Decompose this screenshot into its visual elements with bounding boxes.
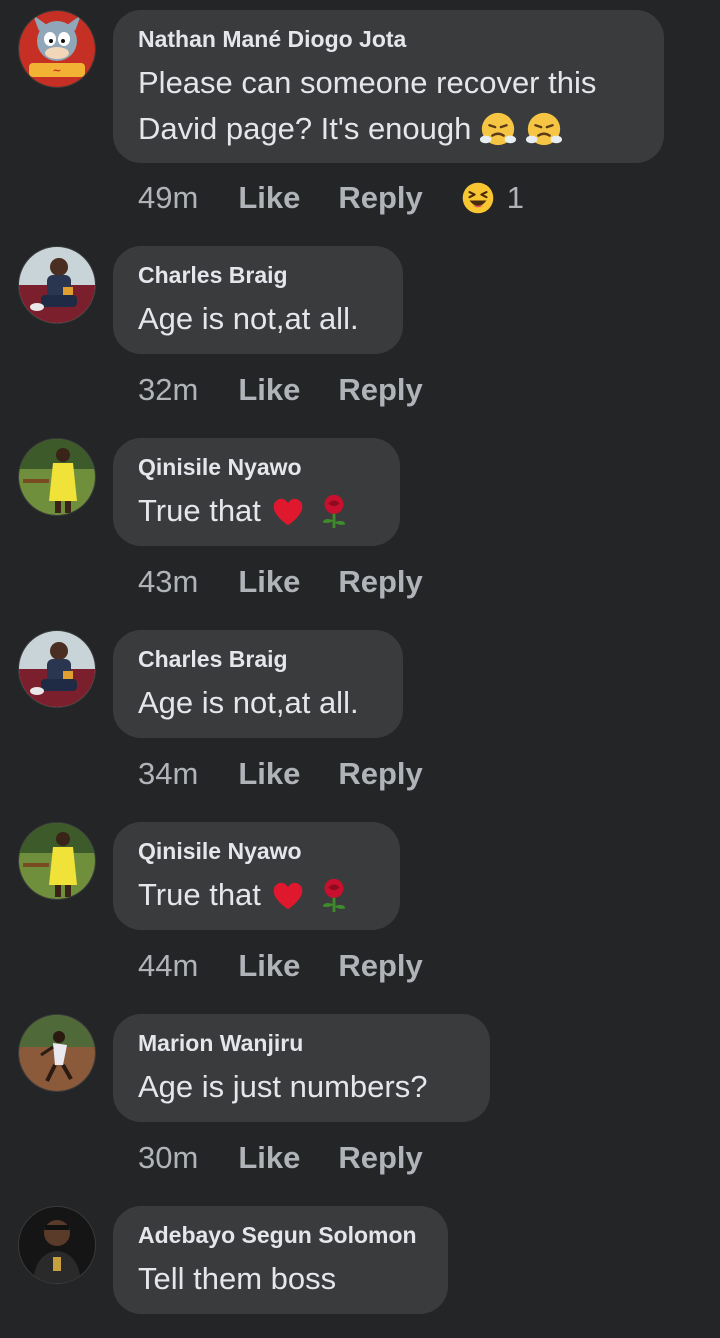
comment-bubble: Charles Braig Age is not,at all. (113, 630, 403, 738)
like-button[interactable]: Like (238, 180, 300, 216)
comment-actions: 44m Like Reply (138, 948, 461, 984)
like-button[interactable]: Like (238, 756, 300, 792)
comment-author[interactable]: Marion Wanjiru (138, 1028, 464, 1058)
comment-time[interactable]: 43m (138, 564, 198, 600)
steam-face-icon (479, 110, 517, 148)
comment-time[interactable]: 30m (138, 1140, 198, 1176)
rose-icon (315, 492, 353, 530)
comment-author[interactable]: Qinisile Nyawo (138, 452, 374, 482)
comment-text: Age is just numbers? (138, 1064, 464, 1110)
comment-actions: 49m Like Reply 1 (138, 180, 524, 216)
reply-button[interactable]: Reply (338, 564, 422, 600)
reply-button[interactable]: Reply (338, 180, 422, 216)
comment-text-line: David page? It's enough (138, 111, 472, 146)
like-button[interactable]: Like (238, 1140, 300, 1176)
avatar[interactable] (18, 246, 96, 324)
reply-button[interactable]: Reply (338, 948, 422, 984)
avatar[interactable] (18, 1014, 96, 1092)
red-heart-icon (269, 492, 307, 530)
avatar[interactable] (18, 630, 96, 708)
comment-text-line: Age is just numbers? (138, 1069, 428, 1104)
comment-text: True that (138, 488, 374, 534)
comment-author[interactable]: Nathan Mané Diogo Jota (138, 24, 638, 54)
comment-text: True that (138, 872, 374, 918)
avatar[interactable] (18, 438, 96, 516)
comment-text: David page? It's enough (138, 106, 638, 152)
comment-text-line: Please can someone recover this (138, 65, 597, 100)
comment-text: Age is not,at all. (138, 680, 377, 726)
comment-author[interactable]: Charles Braig (138, 260, 377, 290)
comment-actions: 34m Like Reply (138, 756, 461, 792)
comment-bubble: Adebayo Segun Solomon Tell them boss (113, 1206, 448, 1314)
rose-icon (315, 876, 353, 914)
comment-bubble: Nathan Mané Diogo Jota Please can someon… (113, 10, 664, 163)
comment-bubble: Marion Wanjiru Age is just numbers? (113, 1014, 490, 1122)
reply-button[interactable]: Reply (338, 372, 422, 408)
like-button[interactable]: Like (238, 564, 300, 600)
svg-text:~: ~ (52, 64, 61, 77)
comment-actions: 43m Like Reply (138, 564, 461, 600)
laughing-face-icon (461, 181, 495, 215)
comment-text-line: Tell them boss (138, 1261, 337, 1296)
comment-author[interactable]: Charles Braig (138, 644, 377, 674)
reply-button[interactable]: Reply (338, 1140, 422, 1176)
comment-author[interactable]: Qinisile Nyawo (138, 836, 374, 866)
like-button[interactable]: Like (238, 948, 300, 984)
comment-text: Please can someone recover this (138, 60, 638, 106)
comment-text-line: True that (138, 493, 261, 528)
comment-text: Age is not,at all. (138, 296, 377, 342)
comment-time[interactable]: 49m (138, 180, 198, 216)
reaction-summary[interactable]: 1 (461, 180, 524, 216)
avatar[interactable] (18, 822, 96, 900)
comment-text-line: True that (138, 877, 261, 912)
comment-text: Tell them boss (138, 1256, 422, 1302)
like-button[interactable]: Like (238, 372, 300, 408)
comment-text-line: Age is not,at all. (138, 685, 359, 720)
comment-time[interactable]: 32m (138, 372, 198, 408)
comment-bubble: Charles Braig Age is not,at all. (113, 246, 403, 354)
reaction-count: 1 (506, 180, 525, 215)
comment-actions: 30m Like Reply (138, 1140, 461, 1176)
reply-button[interactable]: Reply (338, 756, 422, 792)
comment-bubble: Qinisile Nyawo True that (113, 822, 400, 930)
avatar[interactable]: ~ (18, 10, 96, 88)
steam-face-icon (525, 110, 563, 148)
comment-text-line: Age is not,at all. (138, 301, 359, 336)
comment-time[interactable]: 34m (138, 756, 198, 792)
comment-time[interactable]: 44m (138, 948, 198, 984)
comment-bubble: Qinisile Nyawo True that (113, 438, 400, 546)
red-heart-icon (269, 876, 307, 914)
comment-actions: 32m Like Reply (138, 372, 461, 408)
comment-author[interactable]: Adebayo Segun Solomon (138, 1220, 422, 1250)
avatar[interactable] (18, 1206, 96, 1284)
